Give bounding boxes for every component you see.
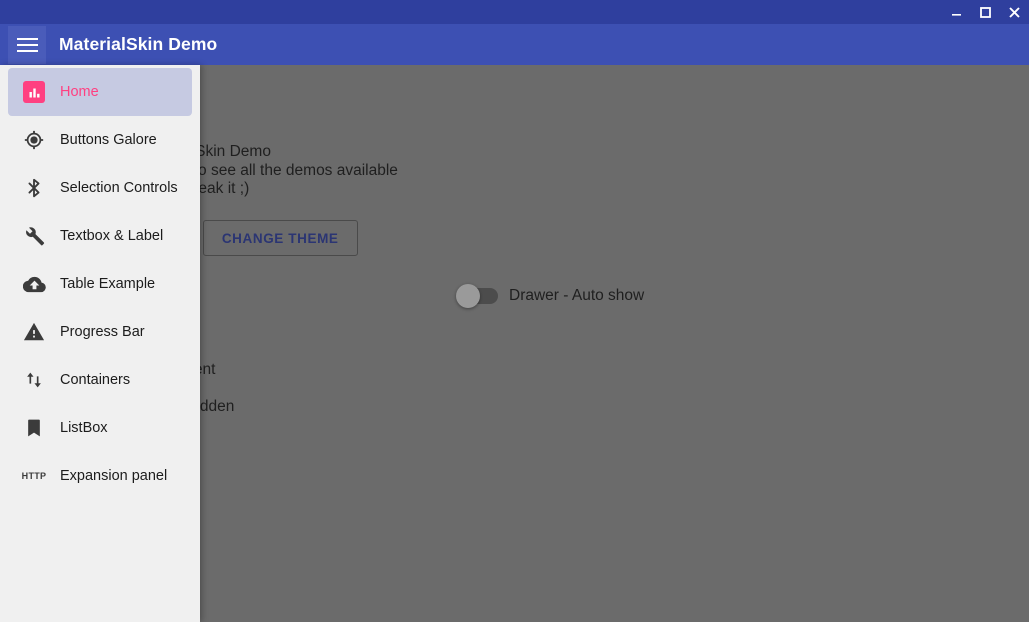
sidebar-item-table-example[interactable]: Table Example: [8, 260, 192, 308]
sidebar-item-textbox-and-label[interactable]: Textbox & Label: [8, 212, 192, 260]
bar-chart-icon: [22, 80, 46, 104]
sidebar-item-label: Expansion panel: [60, 468, 168, 484]
http-icon: HTTP: [21, 471, 47, 481]
navigation-drawer: Home Buttons Galore Selection Controls T…: [0, 65, 200, 622]
sidebar-item-label: Progress Bar: [60, 324, 145, 340]
toggle-label: Drawer - Auto show: [509, 287, 645, 304]
wrench-icon: [22, 224, 46, 248]
sort-arrows-icon: [22, 368, 46, 392]
sidebar-item-label: Buttons Galore: [60, 132, 157, 148]
maximize-button[interactable]: [971, 0, 1000, 24]
sidebar-item-home[interactable]: Home: [8, 68, 192, 116]
hamburger-icon[interactable]: [8, 26, 46, 64]
application-window: MaterialSkin Demo Welcome Welcome to the…: [0, 0, 1029, 622]
warning-triangle-icon: [22, 320, 46, 344]
maximize-icon: [980, 6, 991, 18]
app-title: MaterialSkin Demo: [59, 34, 218, 54]
hamburger-bar: [16, 50, 38, 52]
title-bar: [0, 0, 1029, 24]
minimize-button[interactable]: [942, 0, 971, 24]
drawer-auto-show-toggle[interactable]: Drawer - Auto show: [456, 278, 645, 314]
toggle-switch-knob: [456, 284, 480, 308]
app-bar: MaterialSkin Demo: [0, 24, 1029, 65]
sidebar-item-listbox[interactable]: ListBox: [8, 404, 192, 452]
target-icon: [22, 128, 46, 152]
sidebar-item-progress-bar[interactable]: Progress Bar: [8, 308, 192, 356]
bluetooth-icon: [22, 176, 46, 200]
sidebar-item-label: Textbox & Label: [60, 228, 164, 244]
close-button[interactable]: [1000, 0, 1029, 24]
sidebar-item-label: Containers: [60, 372, 131, 388]
sidebar-item-containers[interactable]: Containers: [8, 356, 192, 404]
sidebar-item-label: Selection Controls: [60, 180, 178, 196]
close-icon: [1009, 6, 1020, 18]
sidebar-item-expansion-panel[interactable]: HTTP Expansion panel: [8, 452, 192, 500]
hamburger-bar: [16, 44, 38, 46]
sidebar-item-label: ListBox: [60, 420, 108, 436]
bookmark-icon: [22, 416, 46, 440]
minimize-icon: [951, 7, 962, 18]
cloud-upload-icon: [22, 272, 46, 296]
sidebar-item-label: Home: [60, 84, 99, 100]
change-theme-button[interactable]: CHANGE THEME: [202, 220, 358, 256]
toggle-switch-track[interactable]: [456, 284, 498, 308]
hamburger-bar: [16, 38, 38, 40]
sidebar-item-selection-controls[interactable]: Selection Controls: [8, 164, 192, 212]
sidebar-item-buttons-galore[interactable]: Buttons Galore: [8, 116, 192, 164]
sidebar-item-label: Table Example: [60, 276, 156, 292]
